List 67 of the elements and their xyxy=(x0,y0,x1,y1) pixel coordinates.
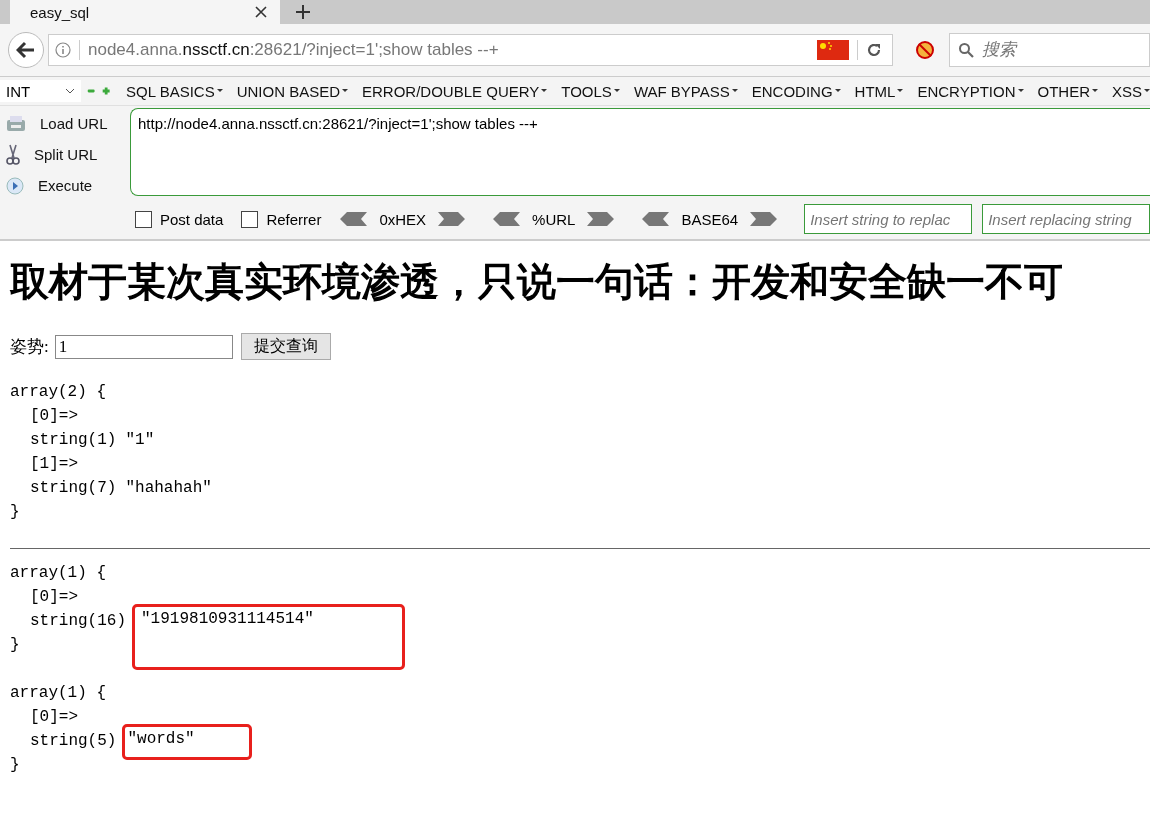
dump-value: "hahahah" xyxy=(125,479,212,497)
printer-icon xyxy=(6,114,26,133)
chevron-icon xyxy=(65,88,76,94)
flag-icon xyxy=(817,40,849,60)
minus-icon[interactable] xyxy=(87,87,96,95)
dump-value: "words" xyxy=(127,730,195,748)
menu-item[interactable]: ERROR/DOUBLE QUERY xyxy=(362,82,548,100)
field-label: 姿势: xyxy=(10,336,49,358)
menu-item[interactable]: WAF BYPASS xyxy=(633,82,738,100)
menu-item[interactable]: ENCODING xyxy=(751,82,841,100)
close-icon[interactable] xyxy=(254,5,268,19)
menu-item[interactable]: UNION BASED xyxy=(236,82,349,100)
dump-text: array(2) { xyxy=(10,382,106,403)
browser-tab[interactable]: easy_sql xyxy=(10,0,280,24)
url-text-area[interactable]: http://node4.anna.nssctf.cn:28621/?inject=1';show tables --+ xyxy=(130,108,1150,196)
right-chevron-icon[interactable] xyxy=(750,212,779,226)
scissors-icon xyxy=(6,143,20,166)
menu-item[interactable]: TOOLS xyxy=(561,82,620,100)
left-chevron-icon[interactable] xyxy=(339,212,368,226)
option-checkbox[interactable]: Post data xyxy=(135,210,224,228)
dump-text: array(1) { xyxy=(10,683,106,704)
menu-item[interactable]: XSS xyxy=(1112,82,1150,100)
dump-text: [0]=> xyxy=(30,587,78,608)
play-icon xyxy=(6,176,24,195)
search-icon xyxy=(958,42,974,58)
right-chevron-icon[interactable] xyxy=(438,212,467,226)
plus-icon[interactable] xyxy=(295,4,311,20)
action-button[interactable]: Execute xyxy=(0,170,130,201)
dump-text: } xyxy=(10,755,20,776)
dump-value: "1" xyxy=(125,431,155,449)
dump-text: [1]=> xyxy=(30,454,78,475)
menu-item[interactable]: HTML xyxy=(854,82,904,100)
search-input[interactable]: 搜索 xyxy=(980,39,1134,61)
option-checkbox[interactable]: Referrer xyxy=(241,210,322,228)
dump-text: [0]=> xyxy=(30,707,78,728)
info-icon[interactable] xyxy=(55,42,71,58)
type-select[interactable]: INT xyxy=(0,80,82,102)
left-chevron-icon[interactable] xyxy=(641,212,670,226)
encoder-label: BASE64 xyxy=(681,210,739,228)
replace-field[interactable]: Insert replacing string xyxy=(982,204,1150,234)
left-chevron-icon[interactable] xyxy=(492,212,521,226)
dump-text: string(5) xyxy=(30,731,117,752)
dump-value: "1919810931114514" xyxy=(141,610,314,628)
dump-text: string(7) xyxy=(30,478,117,499)
back-arrow-icon xyxy=(16,41,36,59)
dump-text: array(1) { xyxy=(10,563,106,584)
reload-icon[interactable] xyxy=(866,42,882,58)
action-button[interactable]: Load URL xyxy=(0,108,130,139)
dump-text: } xyxy=(10,635,20,656)
submit-button[interactable]: 提交查询 xyxy=(240,333,331,360)
action-button[interactable]: Split URL xyxy=(0,139,130,170)
menu-item[interactable]: OTHER xyxy=(1037,82,1098,100)
input-field[interactable]: 1 xyxy=(54,334,233,359)
dump-text: string(1) xyxy=(30,430,117,451)
encoder-label: 0xHEX xyxy=(379,210,427,228)
dump-text: string(16) xyxy=(30,611,126,632)
page-heading: 取材于某次真实环境渗透，只说一句话：开发和安全缺一不可 xyxy=(10,258,1064,306)
encoder-label: %URL xyxy=(532,210,576,228)
back-button[interactable] xyxy=(8,32,44,68)
dump-text: } xyxy=(10,502,20,523)
menu-item[interactable]: ENCRYPTION xyxy=(917,82,1024,100)
dump-text: [0]=> xyxy=(30,406,78,427)
menu-item[interactable]: SQL BASICS xyxy=(126,82,223,100)
blocked-icon[interactable] xyxy=(915,40,935,60)
replace-field[interactable]: Insert string to replac xyxy=(804,204,973,234)
right-chevron-icon[interactable] xyxy=(587,212,616,226)
search-field[interactable]: 搜索 xyxy=(949,33,1150,67)
